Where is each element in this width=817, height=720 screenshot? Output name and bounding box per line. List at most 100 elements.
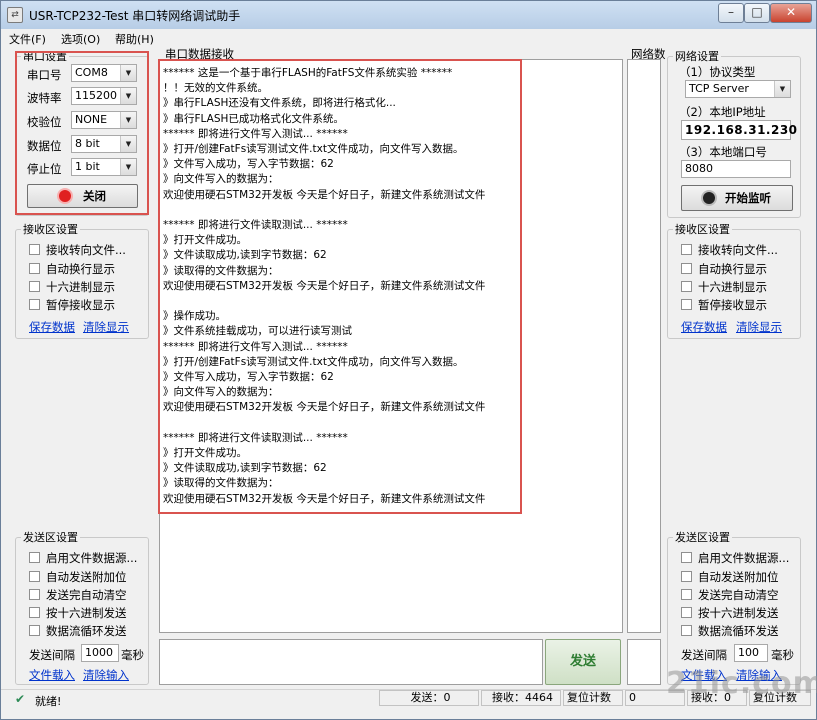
auto-clear-checkbox[interactable]: 发送完自动清空 — [29, 587, 127, 603]
send-interval-input-right[interactable]: 100 — [734, 644, 768, 662]
checkbox-label: 自动发送附加位 — [46, 570, 127, 584]
ready-icon: ✔ — [15, 692, 26, 706]
stopbits-select[interactable]: 1 bit ▼ — [71, 158, 137, 176]
checkbox-label: 启用文件数据源... — [46, 551, 138, 565]
save-data-link-right[interactable]: 保存数据 — [681, 319, 727, 335]
databits-select[interactable]: 8 bit ▼ — [71, 135, 137, 153]
hex-display-checkbox[interactable]: 十六进制显示 — [29, 279, 115, 295]
minimize-button[interactable]: – — [718, 3, 744, 23]
protocol-select[interactable]: TCP Server ▼ — [685, 80, 791, 98]
databits-value: 8 bit — [75, 137, 100, 150]
port-status-icon — [59, 190, 71, 202]
menu-file[interactable]: 文件(F) — [9, 31, 46, 47]
checkbox-box — [29, 281, 40, 292]
ip-input[interactable]: 192.168.31.230 — [681, 120, 797, 140]
file-source-checkbox[interactable]: 启用文件数据源... — [29, 550, 137, 566]
ready-text: 就绪! — [35, 695, 62, 708]
send-interval-label-right: 发送间隔 — [681, 648, 727, 662]
checkbox-label: 暂停接收显示 — [46, 298, 115, 312]
start-listen-label: 开始监听 — [725, 191, 771, 205]
checkbox-label: 自动换行显示 — [46, 262, 115, 276]
network-settings-title: 网络设置 — [675, 50, 719, 63]
loop-send-checkbox-right[interactable]: 数据流循环发送 — [681, 623, 779, 639]
pause-display-checkbox[interactable]: 暂停接收显示 — [29, 297, 115, 313]
rx-to-file-checkbox[interactable]: 接收转向文件... — [29, 242, 126, 258]
received-count: 接收：4464 — [481, 690, 561, 706]
loop-send-checkbox[interactable]: 数据流循环发送 — [29, 623, 127, 639]
hex-send-checkbox-right[interactable]: 按十六进制发送 — [681, 605, 779, 621]
auto-wrap-checkbox-right[interactable]: 自动换行显示 — [681, 261, 767, 277]
save-data-link[interactable]: 保存数据 — [29, 319, 75, 335]
rx-to-file-checkbox-right[interactable]: 接收转向文件... — [681, 242, 778, 258]
auto-clear-checkbox-right[interactable]: 发送完自动清空 — [681, 587, 779, 603]
chevron-down-icon: ▼ — [774, 81, 790, 97]
menu-help[interactable]: 帮助(H) — [115, 31, 154, 47]
chevron-down-icon: ▼ — [120, 136, 136, 152]
pause-display-checkbox-right[interactable]: 暂停接收显示 — [681, 297, 767, 313]
parity-label: 校验位 — [27, 115, 62, 129]
clear-input-link[interactable]: 清除输入 — [83, 667, 129, 683]
baud-select[interactable]: 115200 ▼ — [71, 87, 137, 105]
auto-append-checkbox[interactable]: 自动发送附加位 — [29, 569, 127, 585]
clear-display-link[interactable]: 清除显示 — [83, 319, 129, 335]
port-number-input[interactable]: 8080 — [681, 160, 791, 178]
checkbox-box — [681, 589, 692, 600]
checkbox-label: 自动换行显示 — [698, 262, 767, 276]
highlight-rx-area — [158, 59, 522, 514]
close-window-button[interactable]: ✕ — [770, 3, 812, 23]
checkbox-box — [29, 263, 40, 274]
checkbox-label: 发送完自动清空 — [46, 588, 127, 602]
checkbox-label: 自动发送附加位 — [698, 570, 779, 584]
port-select[interactable]: COM8 ▼ — [71, 64, 137, 82]
checkbox-label: 十六进制显示 — [46, 280, 115, 294]
send-button[interactable]: 发送 — [545, 639, 621, 685]
parity-select[interactable]: NONE ▼ — [71, 111, 137, 129]
app-window: ⇄ USR-TCP232-Test 串口转网络调试助手 – □ ✕ 文件(F) … — [0, 0, 817, 720]
load-file-link[interactable]: 文件载入 — [29, 667, 75, 683]
checkbox-box — [681, 552, 692, 563]
listen-status-icon — [703, 192, 715, 204]
network-tx-textarea[interactable] — [627, 639, 661, 685]
databits-label: 数据位 — [27, 139, 62, 153]
checkbox-label: 暂停接收显示 — [698, 298, 767, 312]
network-rx-textarea[interactable] — [627, 59, 661, 633]
menu-options[interactable]: 选项(O) — [61, 31, 100, 47]
clear-display-link-right[interactable]: 清除显示 — [736, 319, 782, 335]
checkbox-box — [681, 625, 692, 636]
send-interval-unit-right: 毫秒 — [771, 648, 794, 662]
parity-value: NONE — [75, 113, 108, 126]
stopbits-label: 停止位 — [27, 162, 62, 176]
title-bar: ⇄ USR-TCP232-Test 串口转网络调试助手 – □ ✕ — [1, 1, 816, 29]
reset-count-button[interactable]: 复位计数 — [563, 690, 623, 706]
port-value: COM8 — [75, 66, 108, 79]
checkbox-box — [29, 571, 40, 582]
sent-count: 发送：0 — [379, 690, 479, 706]
baud-label: 波特率 — [27, 91, 62, 105]
auto-wrap-checkbox[interactable]: 自动换行显示 — [29, 261, 115, 277]
checkbox-box — [29, 625, 40, 636]
checkbox-box — [681, 281, 692, 292]
checkbox-box — [681, 607, 692, 618]
checkbox-label: 按十六进制发送 — [46, 606, 127, 620]
maximize-button[interactable]: □ — [744, 3, 770, 23]
file-source-checkbox-right[interactable]: 启用文件数据源... — [681, 550, 789, 566]
chevron-down-icon: ▼ — [120, 65, 136, 81]
serial-close-button[interactable]: 关闭 — [27, 184, 138, 208]
send-interval-unit: 毫秒 — [121, 648, 144, 662]
rx-settings-left-title: 接收区设置 — [23, 223, 78, 236]
send-interval-label: 发送间隔 — [29, 648, 75, 662]
hex-send-checkbox[interactable]: 按十六进制发送 — [29, 605, 127, 621]
checkbox-box — [681, 299, 692, 310]
serial-tx-textarea[interactable] — [159, 639, 543, 685]
checkbox-label: 按十六进制发送 — [698, 606, 779, 620]
send-interval-input[interactable]: 1000 — [81, 644, 119, 662]
port-number-label: （3）本地端口号 — [679, 145, 767, 159]
protocol-value: TCP Server — [689, 82, 749, 95]
checkbox-box — [29, 299, 40, 310]
start-listen-button[interactable]: 开始监听 — [681, 185, 793, 211]
auto-append-checkbox-right[interactable]: 自动发送附加位 — [681, 569, 779, 585]
chevron-down-icon: ▼ — [120, 112, 136, 128]
rx-settings-right-title: 接收区设置 — [675, 223, 730, 236]
hex-display-checkbox-right[interactable]: 十六进制显示 — [681, 279, 767, 295]
checkbox-box — [681, 263, 692, 274]
